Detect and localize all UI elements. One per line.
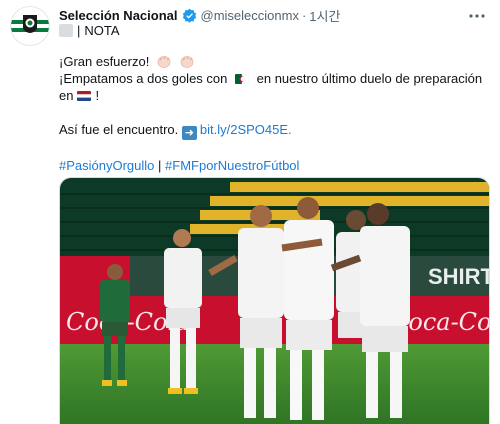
text-line-4: Así fue el encuentro. ➜ bit.ly/2SPO45E. xyxy=(59,121,489,140)
nota-label: NOTA xyxy=(84,23,120,38)
verified-icon xyxy=(182,8,196,23)
text-line-4-content: Así fue el encuentro. xyxy=(59,122,179,137)
netherlands-flag-icon xyxy=(77,91,92,101)
separator-dot: · xyxy=(301,8,307,23)
text-line-2: ¡Empatamos a dos goles con en nuestro úl… xyxy=(59,70,489,87)
hashtag-separator: | xyxy=(158,158,162,173)
nota-separator: | xyxy=(77,23,81,38)
nota-line: | NOTA xyxy=(59,23,120,38)
text-line-1: ¡Gran esfuerzo! xyxy=(59,53,489,70)
hashtag-line: #PasiónyOrgullo | #FMFporNuestroFútbol xyxy=(59,157,489,174)
algeria-flag-icon xyxy=(235,74,249,84)
more-icon[interactable] xyxy=(468,6,488,20)
tweet-text: ¡Gran esfuerzo! ¡Empatamos a dos goles c… xyxy=(59,53,489,174)
text-line-1-content: ¡Gran esfuerzo! xyxy=(59,54,150,69)
text-line-3b: ! xyxy=(95,88,100,103)
arrow-right-icon: ➜ xyxy=(181,126,197,140)
clap-icon xyxy=(180,56,193,68)
handle[interactable]: @miseleccionmx xyxy=(201,8,299,23)
text-line-2b: en nuestro último duelo de preparación xyxy=(256,71,483,86)
display-name[interactable]: Selección Nacional xyxy=(59,8,178,23)
timestamp[interactable]: 1시간 xyxy=(309,6,340,25)
text-line-2a: ¡Empatamos a dos goles con xyxy=(59,71,228,86)
board-text: SHIRT M xyxy=(428,264,490,289)
avatar[interactable] xyxy=(10,6,50,46)
tweet-link[interactable]: bit.ly/2SPO45E. xyxy=(200,122,292,137)
hashtag-pasion[interactable]: #PasiónyOrgullo xyxy=(59,158,154,173)
emoji-placeholder-icon xyxy=(59,24,73,37)
text-line-3a: en xyxy=(59,88,74,103)
avatar-crest-icon xyxy=(11,15,49,33)
tweet-photo[interactable]: SHIRT M Coca-Cola Coca-Cola xyxy=(59,177,490,424)
text-line-3: en ! xyxy=(59,87,489,104)
hashtag-fmf[interactable]: #FMFporNuestroFútbol xyxy=(165,158,299,173)
clap-icon xyxy=(157,56,171,68)
photo-scene: SHIRT M Coca-Cola Coca-Cola xyxy=(60,178,490,424)
